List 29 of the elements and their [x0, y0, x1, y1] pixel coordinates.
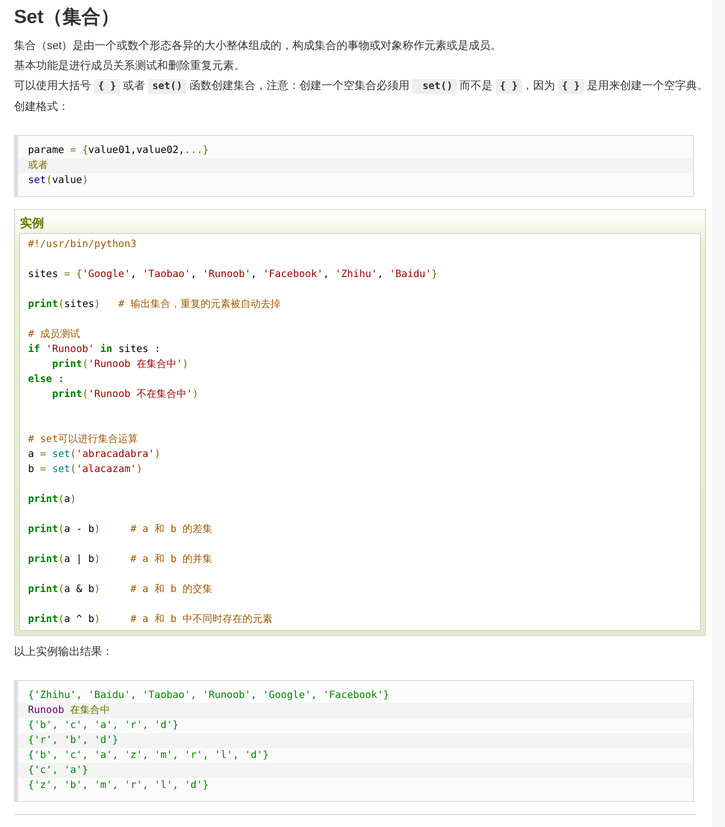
code-line: a = set('abracadabra') [28, 448, 162, 462]
example-heading: 实例 [19, 215, 45, 232]
paragraph: 创建格式： [14, 100, 70, 115]
code-line: parame = {value01,value02,...} [27, 144, 210, 158]
output-line: {'b', 'c', 'a', 'z', 'm', 'r', 'l', 'd'} [27, 749, 270, 763]
code-line: b = set('alacazam') [28, 463, 144, 477]
code-line: print(a | b) # a 和 b 的并集 [28, 552, 214, 567]
code-line: else : [28, 373, 66, 387]
output-line: {'b', 'c', 'a', 'r', 'd'} [27, 719, 180, 733]
paragraph: 集合（set）是由一个或数个形态各异的大小整体组成的，构成集合的事物或对象称作元素或是成员。 [14, 38, 503, 54]
code-line: print(a) [28, 492, 78, 507]
code-line: #!/usr/bin/python3 [28, 238, 138, 252]
code-line: print('Runoob 在集合中') [51, 358, 190, 372]
code-line: # set可以进行集合运算 [28, 432, 140, 447]
paragraph: 基本功能是进行成员关系测试和删除重复元素。 [14, 58, 246, 74]
paragraph: 以上实例输出结果： [14, 644, 114, 660]
code-line: print(a ^ b) # a 和 b 中不同时存在的元素 [28, 612, 274, 627]
code-line: print(a - b) # a 和 b 的差集 [28, 522, 214, 537]
code-line: # 成员测试 [28, 328, 82, 342]
code-line: sites = {'Google', 'Taobao', 'Runoob', 'Facebook', 'Zhihu', 'Baidu'} [28, 268, 438, 282]
paragraph: 可以使用大括号 { } 或者 set() 函数创建集合，注意：创建一个空集合必须用 set() 而不是 { } ，因为 { } 是用来创建一个空字典。 [14, 78, 709, 96]
code-line: print(a & b) # a 和 b 的交集 [28, 582, 214, 597]
output-line: {'z', 'b', 'm', 'r', 'l', 'd'} [27, 779, 210, 793]
output-line: {'Zhihu', 'Baidu', 'Taobao', 'Runoob', 'Google', 'Facebook'} [27, 689, 390, 703]
code-line: set(value) [27, 174, 90, 188]
code-line: print('Runoob 不在集合中') [51, 388, 200, 402]
page-title: Set（集合） [14, 6, 121, 30]
code-line: if 'Runoob' in sites : [28, 342, 162, 357]
code-line: print(sites) # 输出集合，重复的元素被自动去掉 [28, 298, 282, 312]
